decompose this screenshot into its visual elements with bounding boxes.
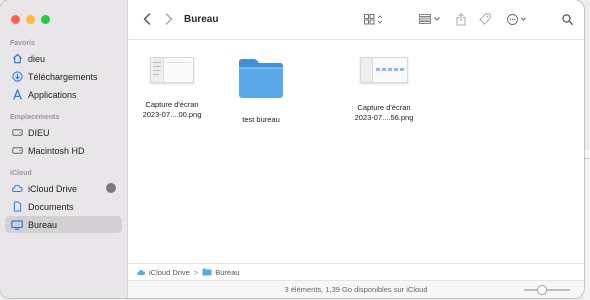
group-button[interactable]: [418, 12, 442, 28]
path-crumb-label: Bureau: [215, 267, 240, 277]
folder-icon: [202, 268, 212, 276]
window-controls: [11, 15, 50, 24]
sidebar-item-dieu-drive[interactable]: DIEU: [5, 124, 122, 141]
sidebar-item-macintosh-hd[interactable]: Macintosh HD: [5, 142, 122, 159]
file-item-screenshot-1[interactable]: Capture d'écran 2023-07....00.png: [138, 57, 206, 120]
path-crumb-icloud-drive[interactable]: iCloud Drive: [136, 268, 190, 277]
file-item-screenshot-2[interactable]: Capture d'écran 2023-07....56.png: [350, 57, 418, 123]
icon-size-slider[interactable]: [524, 285, 570, 295]
applications-icon: [11, 89, 23, 101]
file-name: Capture d'écran: [145, 100, 199, 109]
more-actions-button[interactable]: [506, 12, 530, 28]
sidebar-item-downloads[interactable]: Téléchargements: [5, 68, 122, 85]
group-icon: [419, 14, 441, 26]
drive-icon: [11, 145, 23, 157]
sidebar-section-locations: Emplacements: [10, 114, 60, 121]
search-button[interactable]: [560, 12, 574, 28]
zoom-button[interactable]: [41, 15, 50, 24]
slider-knob[interactable]: [537, 285, 548, 295]
folder-item-test-bureau[interactable]: test bureau: [232, 56, 290, 125]
path-crumb-bureau[interactable]: Bureau: [202, 268, 239, 277]
sidebar-item-label: Bureau: [28, 219, 58, 230]
background-window-edge: [584, 150, 590, 300]
status-bar: 3 éléments, 1,39 Go disponibles sur iClo…: [128, 280, 584, 298]
grid-view-icon: [363, 13, 383, 27]
drive-icon: [11, 127, 23, 139]
sidebar-item-label: Applications: [28, 89, 77, 100]
close-button[interactable]: [11, 15, 20, 24]
chevron-right-icon: [165, 13, 173, 27]
sidebar-item-label: Téléchargements: [28, 71, 98, 82]
ellipsis-circle-icon: [507, 13, 529, 27]
file-name: Capture d'écran: [357, 103, 411, 112]
sidebar-item-desktop[interactable]: Bureau: [5, 216, 122, 233]
folder-icon: [237, 56, 285, 102]
view-mode-button[interactable]: [362, 12, 384, 28]
tag-button[interactable]: [478, 12, 492, 28]
home-icon: [11, 53, 23, 65]
path-separator: >: [193, 267, 199, 277]
document-icon: [11, 201, 23, 213]
sync-status-icon: [106, 183, 116, 193]
share-button[interactable]: [454, 12, 468, 28]
minimize-button[interactable]: [26, 15, 35, 24]
path-bar: iCloud Drive > Bureau: [128, 263, 584, 280]
slider-track: [524, 285, 570, 295]
chevron-left-icon: [143, 13, 151, 27]
sidebar-item-label: Documents: [28, 201, 74, 212]
sidebar-item-icloud-drive[interactable]: iCloud Drive: [5, 180, 122, 197]
sidebar: Favoris dieu Téléchargements Application…: [0, 0, 128, 298]
toolbar: Bureau: [128, 0, 584, 40]
forward-button[interactable]: [162, 12, 176, 28]
folder-name: test bureau: [242, 115, 280, 124]
search-icon: [561, 13, 573, 27]
share-icon: [456, 12, 466, 28]
sidebar-item-label: dieu: [28, 53, 46, 64]
sidebar-item-applications[interactable]: Applications: [5, 86, 122, 103]
background-divider: [584, 158, 590, 159]
file-thumbnail: [360, 57, 408, 83]
sidebar-section-icloud: iCloud: [10, 170, 32, 177]
sidebar-item-documents[interactable]: Documents: [5, 198, 122, 215]
status-text: 3 éléments, 1,39 Go disponibles sur iClo…: [284, 285, 428, 294]
file-name-detail: 2023-07....00.png: [142, 110, 202, 119]
sidebar-item-label: DIEU: [28, 127, 50, 138]
cloud-icon: [136, 268, 146, 276]
sidebar-item-label: Macintosh HD: [28, 145, 85, 156]
sidebar-item-home[interactable]: dieu: [5, 50, 122, 67]
path-crumb-label: iCloud Drive: [149, 267, 190, 277]
sidebar-item-label: iCloud Drive: [28, 183, 78, 194]
file-name-detail: 2023-07....56.png: [354, 113, 414, 122]
tag-icon: [479, 13, 491, 27]
finder-window: Favoris dieu Téléchargements Application…: [0, 0, 584, 298]
back-button[interactable]: [140, 12, 154, 28]
download-icon: [11, 71, 23, 83]
cloud-icon: [11, 183, 23, 195]
file-grid: Capture d'écran 2023-07....00.png test b…: [128, 40, 584, 262]
window-title: Bureau: [184, 14, 219, 25]
sidebar-section-favorites: Favoris: [10, 40, 35, 47]
file-thumbnail: [150, 57, 194, 83]
desktop-icon: [11, 219, 23, 231]
